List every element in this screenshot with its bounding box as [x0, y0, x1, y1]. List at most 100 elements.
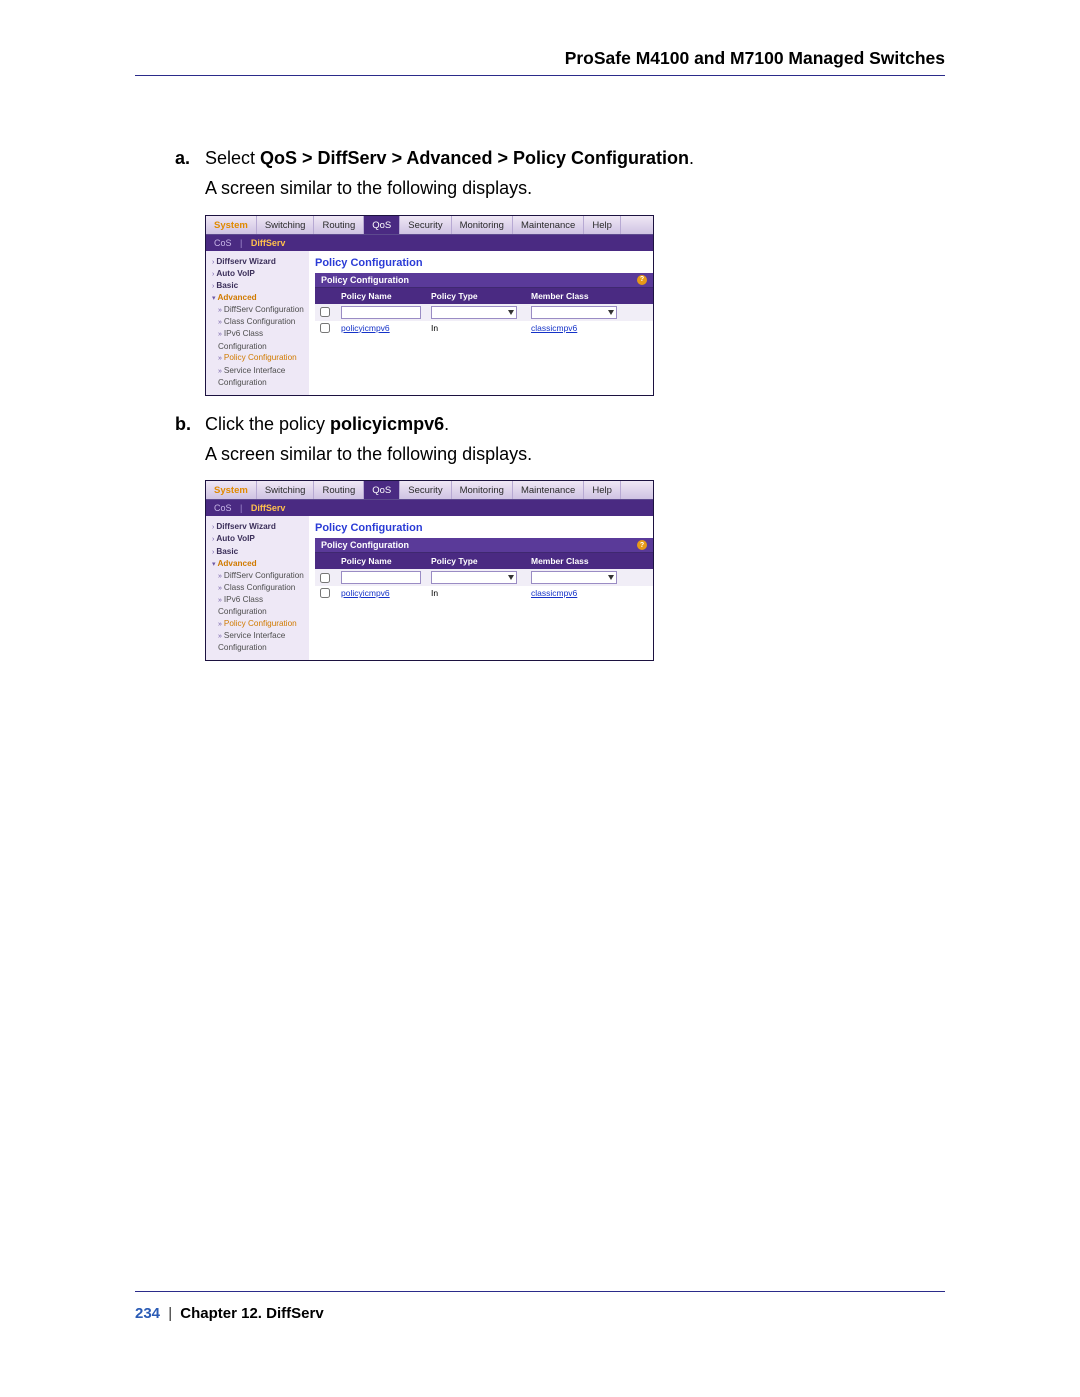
nav-basic[interactable]: Basic [216, 281, 238, 290]
step-a-prefix: Select [205, 148, 260, 168]
policy-name-input[interactable] [341, 571, 421, 584]
step-a: a. Select QoS > DiffServ > Advanced > Po… [175, 146, 925, 201]
sub-tabs: CoS | DiffServ [206, 235, 653, 251]
col-policy-type: Policy Type [425, 553, 525, 569]
tab-maintenance[interactable]: Maintenance [513, 216, 584, 234]
help-icon[interactable]: ? [637, 540, 647, 550]
bullet-icon: » [218, 633, 222, 640]
tab-monitoring[interactable]: Monitoring [452, 216, 513, 234]
step-b-marker: b. [175, 412, 205, 467]
step-a-suffix: . [689, 148, 694, 168]
main-panel-2: Policy Configuration Policy Configuratio… [309, 516, 653, 660]
chevron-down-icon: ▾ [212, 295, 216, 302]
member-class-select[interactable] [531, 306, 617, 319]
help-icon[interactable]: ? [637, 275, 647, 285]
tab-system[interactable]: System [206, 216, 257, 234]
col-checkbox [315, 553, 335, 569]
subtab-cos[interactable]: CoS [214, 238, 232, 248]
sidebar-2: ›Diffserv Wizard ›Auto VoIP ›Basic ▾Adva… [206, 516, 309, 660]
screenshot-1: System Switching Routing QoS Security Mo… [205, 215, 654, 396]
panel-title: Policy Configuration [315, 522, 653, 534]
sidebar: ›Diffserv Wizard ›Auto VoIP ›Basic ▾Adva… [206, 251, 309, 395]
nav-diffserv-config[interactable]: DiffServ Configuration [224, 571, 304, 580]
row-checkbox[interactable] [320, 323, 330, 333]
tab-monitoring[interactable]: Monitoring [452, 481, 513, 499]
bullet-icon: » [218, 621, 222, 628]
chevron-icon: › [212, 283, 214, 290]
row-checkbox[interactable] [320, 588, 330, 598]
subtab-diffserv[interactable]: DiffServ [251, 238, 286, 248]
policy-type-select[interactable] [431, 306, 517, 319]
policy-name-link[interactable]: policyicmpv6 [341, 323, 390, 333]
main-panel: Policy Configuration Policy Configuratio… [309, 251, 653, 395]
subtab-cos[interactable]: CoS [214, 503, 232, 513]
nav-service-interface-config[interactable]: Service Interface Configuration [218, 366, 285, 387]
step-a-path: QoS > DiffServ > Advanced > Policy Confi… [260, 148, 689, 168]
nav-class-config[interactable]: Class Configuration [224, 583, 295, 592]
bullet-icon: » [218, 368, 222, 375]
nav-advanced[interactable]: Advanced [218, 559, 257, 568]
nav-auto-voip[interactable]: Auto VoIP [216, 534, 255, 543]
nav-class-config[interactable]: Class Configuration [224, 317, 295, 326]
bullet-icon: » [218, 331, 222, 338]
footer-sep: | [168, 1305, 172, 1322]
step-b-prefix: Click the policy [205, 414, 330, 434]
nav-diffserv-wizard[interactable]: Diffserv Wizard [216, 522, 276, 531]
col-policy-name: Policy Name [335, 288, 425, 304]
bullet-icon: » [218, 307, 222, 314]
step-a-line2: A screen similar to the following displa… [205, 176, 925, 200]
step-b-line2: A screen similar to the following displa… [205, 442, 925, 466]
chevron-icon: › [212, 524, 214, 531]
tab-help[interactable]: Help [584, 481, 621, 499]
member-class-link[interactable]: classicmpv6 [531, 323, 577, 333]
policy-type-select[interactable] [431, 571, 517, 584]
tab-security[interactable]: Security [400, 481, 451, 499]
subtab-diffserv[interactable]: DiffServ [251, 503, 286, 513]
table-row: policyicmpv6 In classicmpv6 [315, 321, 653, 335]
nav-ipv6-class-config[interactable]: IPv6 Class Configuration [218, 329, 267, 350]
row-checkbox-all[interactable] [320, 573, 330, 583]
top-tabs-2: System Switching Routing QoS Security Mo… [206, 481, 653, 500]
nav-auto-voip[interactable]: Auto VoIP [216, 269, 255, 278]
tab-help[interactable]: Help [584, 216, 621, 234]
tab-switching[interactable]: Switching [257, 481, 315, 499]
member-class-link[interactable]: classicmpv6 [531, 588, 577, 598]
panel-subtitle: Policy Configuration [321, 540, 409, 550]
nav-ipv6-class-config[interactable]: IPv6 Class Configuration [218, 595, 267, 616]
doc-title: ProSafe M4100 and M7100 Managed Switches [135, 48, 945, 69]
panel-subtitle-bar: Policy Configuration ? [315, 273, 653, 288]
member-class-select[interactable] [531, 571, 617, 584]
table-header: Policy Name Policy Type Member Class [315, 288, 653, 304]
tab-switching[interactable]: Switching [257, 216, 315, 234]
row-checkbox-all[interactable] [320, 307, 330, 317]
nav-policy-config[interactable]: Policy Configuration [224, 619, 297, 628]
page-number: 234 [135, 1305, 160, 1322]
chevron-icon: › [212, 549, 214, 556]
nav-policy-config[interactable]: Policy Configuration [224, 353, 297, 362]
bullet-icon: » [218, 355, 222, 362]
nav-basic[interactable]: Basic [216, 547, 238, 556]
nav-advanced[interactable]: Advanced [218, 293, 257, 302]
tab-routing[interactable]: Routing [314, 216, 364, 234]
step-a-line1: Select QoS > DiffServ > Advanced > Polic… [205, 146, 925, 170]
tab-maintenance[interactable]: Maintenance [513, 481, 584, 499]
tab-routing[interactable]: Routing [314, 481, 364, 499]
nav-diffserv-wizard[interactable]: Diffserv Wizard [216, 257, 276, 266]
policy-type-value: In [431, 323, 438, 333]
tab-security[interactable]: Security [400, 216, 451, 234]
table-header: Policy Name Policy Type Member Class [315, 553, 653, 569]
bullet-icon: » [218, 597, 222, 604]
footer: 234 | Chapter 12. DiffServ [135, 1305, 324, 1322]
chevron-icon: › [212, 536, 214, 543]
nav-diffserv-config[interactable]: DiffServ Configuration [224, 305, 304, 314]
policy-name-input[interactable] [341, 306, 421, 319]
tab-qos[interactable]: QoS [364, 481, 400, 499]
table-input-row [315, 569, 653, 586]
subtab-sep: | [240, 503, 242, 513]
panel-subtitle-bar: Policy Configuration ? [315, 538, 653, 553]
policy-name-link[interactable]: policyicmpv6 [341, 588, 390, 598]
subtab-sep: | [240, 238, 242, 248]
tab-system[interactable]: System [206, 481, 257, 499]
tab-qos[interactable]: QoS [364, 216, 400, 234]
nav-service-interface-config[interactable]: Service Interface Configuration [218, 631, 285, 652]
